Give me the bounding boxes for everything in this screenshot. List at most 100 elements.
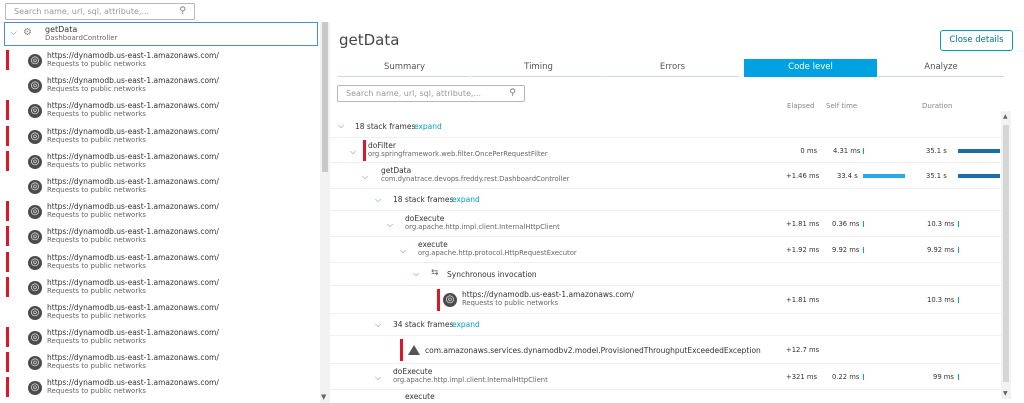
request-url: https://dynamodb.us-east-1.amazonaws.com… [47, 202, 219, 212]
globe-icon: ◎ [28, 230, 42, 245]
duration-bar [958, 149, 1000, 153]
stack-frames-row[interactable]: ⌵ 18 stack frames expand [330, 115, 1001, 138]
request-list-item[interactable]: ◎ https://dynamodb.us-east-1.amazonaws.co… [0, 199, 318, 224]
self-time-value: 33.4 s [837, 172, 858, 180]
tab-code-level[interactable]: Code level [744, 59, 877, 77]
frame-row-execute[interactable]: ⌵ execute org.apache.http.protocol.HttpR… [330, 237, 1001, 263]
top-search-input[interactable]: Search name, url, sql, attribute,... ⚲ [5, 3, 195, 20]
tab-timing[interactable]: Timing [472, 59, 605, 77]
chevron-down-icon[interactable]: ⌵ [375, 195, 381, 205]
expand-link[interactable]: expand [414, 122, 442, 131]
self-time-value: 9.92 ms [832, 246, 860, 254]
duration-value: 10.3 ms [927, 220, 955, 228]
stack-frames-row[interactable]: ⌵ 34 stack frames expand [330, 314, 1001, 336]
details-scrollbar-thumb[interactable] [1003, 125, 1009, 382]
tree-root-getdata[interactable]: ⌵ ⚙ getData DashboardController [4, 22, 318, 46]
request-list-item[interactable]: ◎ https://dynamodb.us-east-1.amazonaws.co… [0, 325, 318, 350]
top-bar: Search name, url, sql, attribute,... ⚲ [0, 0, 1024, 22]
request-list-item[interactable]: ◎ https://dynamodb.us-east-1.amazonaws.co… [0, 98, 318, 123]
request-list-item[interactable]: ◎ https://dynamodb.us-east-1.amazonaws.co… [0, 300, 318, 325]
left-scrollbar-thumb[interactable] [322, 22, 328, 172]
chevron-down-icon[interactable]: ⌵ [338, 121, 344, 131]
tab-summary[interactable]: Summary [338, 59, 471, 77]
request-desc: Requests to public networks [47, 185, 146, 194]
exception-row[interactable]: com.amazonaws.services.dynamodbv2.model.… [330, 336, 1001, 364]
self-time-bar [863, 221, 864, 227]
chevron-down-icon[interactable]: ⌵ [375, 320, 381, 330]
error-marker [6, 150, 9, 171]
scroll-up-icon[interactable]: ▲ [1003, 113, 1008, 120]
request-url: https://dynamodb.us-east-1.amazonaws.com… [47, 101, 219, 111]
globe-icon: ◎ [28, 305, 42, 320]
request-list-item[interactable]: ◎ https://dynamodb.us-east-1.amazonaws.co… [0, 275, 318, 300]
globe-icon: ◎ [28, 79, 42, 94]
self-time-value: 0.22 ms [832, 373, 860, 381]
request-list-item[interactable]: ◎ https://dynamodb.us-east-1.amazonaws.co… [0, 174, 318, 199]
expand-link[interactable]: expand [452, 195, 480, 204]
request-url: https://dynamodb.us-east-1.amazonaws.com… [47, 252, 219, 262]
expand-link[interactable]: expand [452, 320, 480, 329]
frame-class: org.apache.http.protocol.HttpRequestExec… [418, 249, 577, 257]
globe-icon: ◎ [28, 381, 42, 396]
frame-row-execute-2[interactable]: execute [330, 390, 1001, 403]
stack-frames-row[interactable]: ⌵ 18 stack frames expand [330, 189, 1001, 211]
chevron-down-icon[interactable]: ⌵ [362, 172, 368, 182]
request-url: https://dynamodb.us-east-1.amazonaws.com… [47, 151, 219, 161]
request-desc: Requests to public networks [47, 85, 146, 94]
globe-icon: ◎ [28, 129, 42, 144]
request-list-item[interactable]: ◎ https://dynamodb.us-east-1.amazonaws.co… [0, 73, 318, 98]
elapsed-value: 0 ms [800, 147, 817, 155]
error-marker [437, 289, 440, 311]
request-desc: Requests to public networks [47, 286, 146, 295]
external-call-row[interactable]: ◎ https://dynamodb.us-east-1.amazonaws.c… [330, 286, 1001, 314]
chevron-down-icon[interactable]: ⌵ [10, 28, 17, 38]
details-scrollbar[interactable]: ▲ ▼ [1001, 111, 1011, 399]
sync-invocation-label: Synchronous invocation [447, 270, 537, 279]
request-desc: Requests to public networks [47, 311, 146, 320]
close-details-button[interactable]: Close details [940, 30, 1013, 51]
frame-row-doexecute-2[interactable]: ⌵ doExecute org.apache.http.impl.client.… [330, 364, 1001, 390]
request-list-item[interactable]: ◎ https://dynamodb.us-east-1.amazonaws.co… [0, 250, 318, 275]
request-list-item[interactable]: ◎ https://dynamodb.us-east-1.amazonaws.co… [0, 350, 318, 375]
chevron-down-icon[interactable]: ⌵ [375, 373, 381, 383]
request-list-item[interactable]: ◎ https://dynamodb.us-east-1.amazonaws.co… [0, 48, 318, 73]
search-icon: ⚲ [509, 88, 516, 98]
chevron-down-icon[interactable]: ⌵ [350, 147, 356, 157]
stack-frames-count: 18 stack frames [393, 195, 454, 204]
scroll-down-icon[interactable]: ▼ [321, 393, 326, 401]
sync-invocation-row[interactable]: ⌵ ⇆ Synchronous invocation [330, 263, 1001, 286]
elapsed-value: +1.81 ms [786, 220, 820, 228]
request-list-item[interactable]: ◎ https://dynamodb.us-east-1.amazonaws.co… [0, 124, 318, 149]
chevron-down-icon[interactable]: ⌵ [400, 246, 406, 256]
tab-analyze[interactable]: Analyze [878, 59, 1004, 77]
elapsed-value: +12.7 ms [786, 346, 820, 354]
chevron-down-icon[interactable]: ⌵ [387, 220, 393, 230]
request-desc: Requests to public networks [47, 362, 146, 371]
col-elapsed: Elapsed [787, 102, 815, 110]
request-list-item[interactable]: ◎ https://dynamodb.us-east-1.amazonaws.co… [0, 375, 318, 400]
scroll-down-icon[interactable]: ▼ [1003, 390, 1008, 397]
request-desc: Requests to public networks [47, 60, 146, 68]
frame-class: org.apache.http.impl.client.InternalHttp… [393, 376, 548, 384]
tab-errors[interactable]: Errors [606, 59, 739, 77]
frame-name: doFilter [368, 141, 396, 150]
col-self-time: Self time [826, 102, 858, 110]
chevron-down-icon[interactable]: ⌵ [413, 269, 419, 279]
duration-bar [958, 174, 1000, 178]
request-url: https://dynamodb.us-east-1.amazonaws.com… [47, 51, 219, 60]
request-list-item[interactable]: ◎ https://dynamodb.us-east-1.amazonaws.co… [0, 224, 318, 249]
error-marker [6, 276, 9, 297]
request-url: https://dynamodb.us-east-1.amazonaws.com… [47, 227, 219, 237]
frame-row-doexecute[interactable]: ⌵ doExecute org.apache.http.impl.client.… [330, 211, 1001, 237]
frame-row-getdata[interactable]: ⌵ getData com.dynatrace.devops.freddy.re… [330, 163, 1001, 189]
frame-row-dofilter[interactable]: ⌵ doFilter org.springframework.web.filte… [330, 138, 1001, 163]
request-url: https://dynamodb.us-east-1.amazonaws.com… [47, 302, 219, 312]
request-list-item[interactable]: ◎ https://dynamodb.us-east-1.amazonaws.co… [0, 149, 318, 174]
code-search-input[interactable]: Search name, url, sql, attribute,... ⚲ [337, 85, 525, 102]
request-desc: Requests to public networks [47, 387, 146, 396]
left-scrollbar[interactable]: ▼ [320, 22, 330, 403]
call-url: https://dynamodb.us-east-1.amazonaws.com… [462, 290, 634, 299]
self-time-bar [863, 148, 864, 154]
request-desc: Requests to public networks [47, 110, 146, 119]
error-marker [6, 100, 9, 121]
